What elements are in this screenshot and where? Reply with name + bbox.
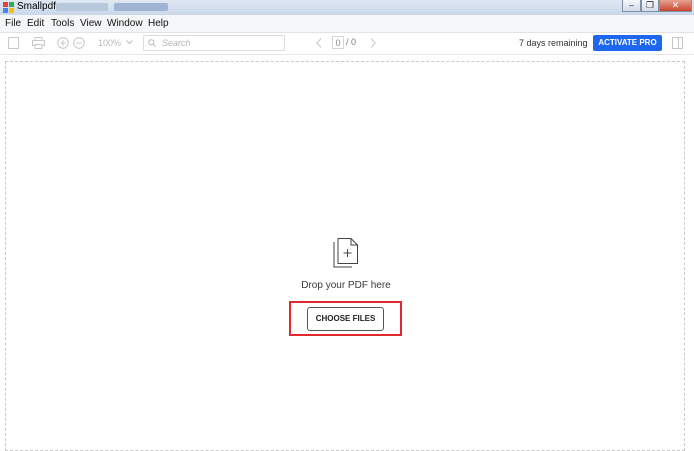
print-icon[interactable] xyxy=(32,37,45,49)
activate-pro-button[interactable]: ACTIVATE PRO xyxy=(593,35,662,51)
blurred-tab xyxy=(56,3,108,11)
zoom-in-icon[interactable] xyxy=(57,37,69,49)
chevron-right-icon[interactable] xyxy=(370,38,376,48)
search-placeholder: Search xyxy=(162,38,191,48)
window-title: Smallpdf xyxy=(17,1,56,12)
menu-edit[interactable]: Edit xyxy=(27,18,44,29)
page-total: / 0 xyxy=(346,37,357,47)
menu-window[interactable]: Window xyxy=(107,18,143,29)
page-number-input[interactable]: 0 xyxy=(332,36,344,49)
close-button[interactable]: ✕ xyxy=(659,0,692,12)
toolbar: 100% Search 0 / 0 7 days remaining ACTIV… xyxy=(0,33,694,55)
chevron-left-icon[interactable] xyxy=(316,38,322,48)
search-input[interactable]: Search xyxy=(143,35,285,51)
zoom-out-icon[interactable] xyxy=(73,37,85,49)
add-file-icon xyxy=(333,238,358,268)
chevron-down-icon[interactable] xyxy=(126,40,133,45)
restore-button[interactable]: ❐ xyxy=(641,0,659,12)
sidebar-toggle-icon[interactable] xyxy=(8,37,19,49)
search-icon xyxy=(148,39,156,47)
menu-bar: File Edit Tools View Window Help xyxy=(0,15,694,33)
app-logo-icon xyxy=(3,2,14,13)
menu-help[interactable]: Help xyxy=(148,18,169,29)
menu-file[interactable]: File xyxy=(5,18,21,29)
minimize-button[interactable]: – xyxy=(622,0,641,12)
menu-view[interactable]: View xyxy=(80,18,102,29)
zoom-level[interactable]: 100% xyxy=(98,38,121,48)
drop-instructions: Drop your PDF here xyxy=(301,280,391,291)
choose-files-button[interactable]: CHOOSE FILES xyxy=(307,307,384,331)
menu-tools[interactable]: Tools xyxy=(51,18,74,29)
blurred-tab xyxy=(114,3,168,11)
title-bar: Smallpdf – ❐ ✕ xyxy=(0,0,694,15)
trial-status: 7 days remaining xyxy=(519,38,588,48)
panel-icon[interactable] xyxy=(672,37,683,49)
